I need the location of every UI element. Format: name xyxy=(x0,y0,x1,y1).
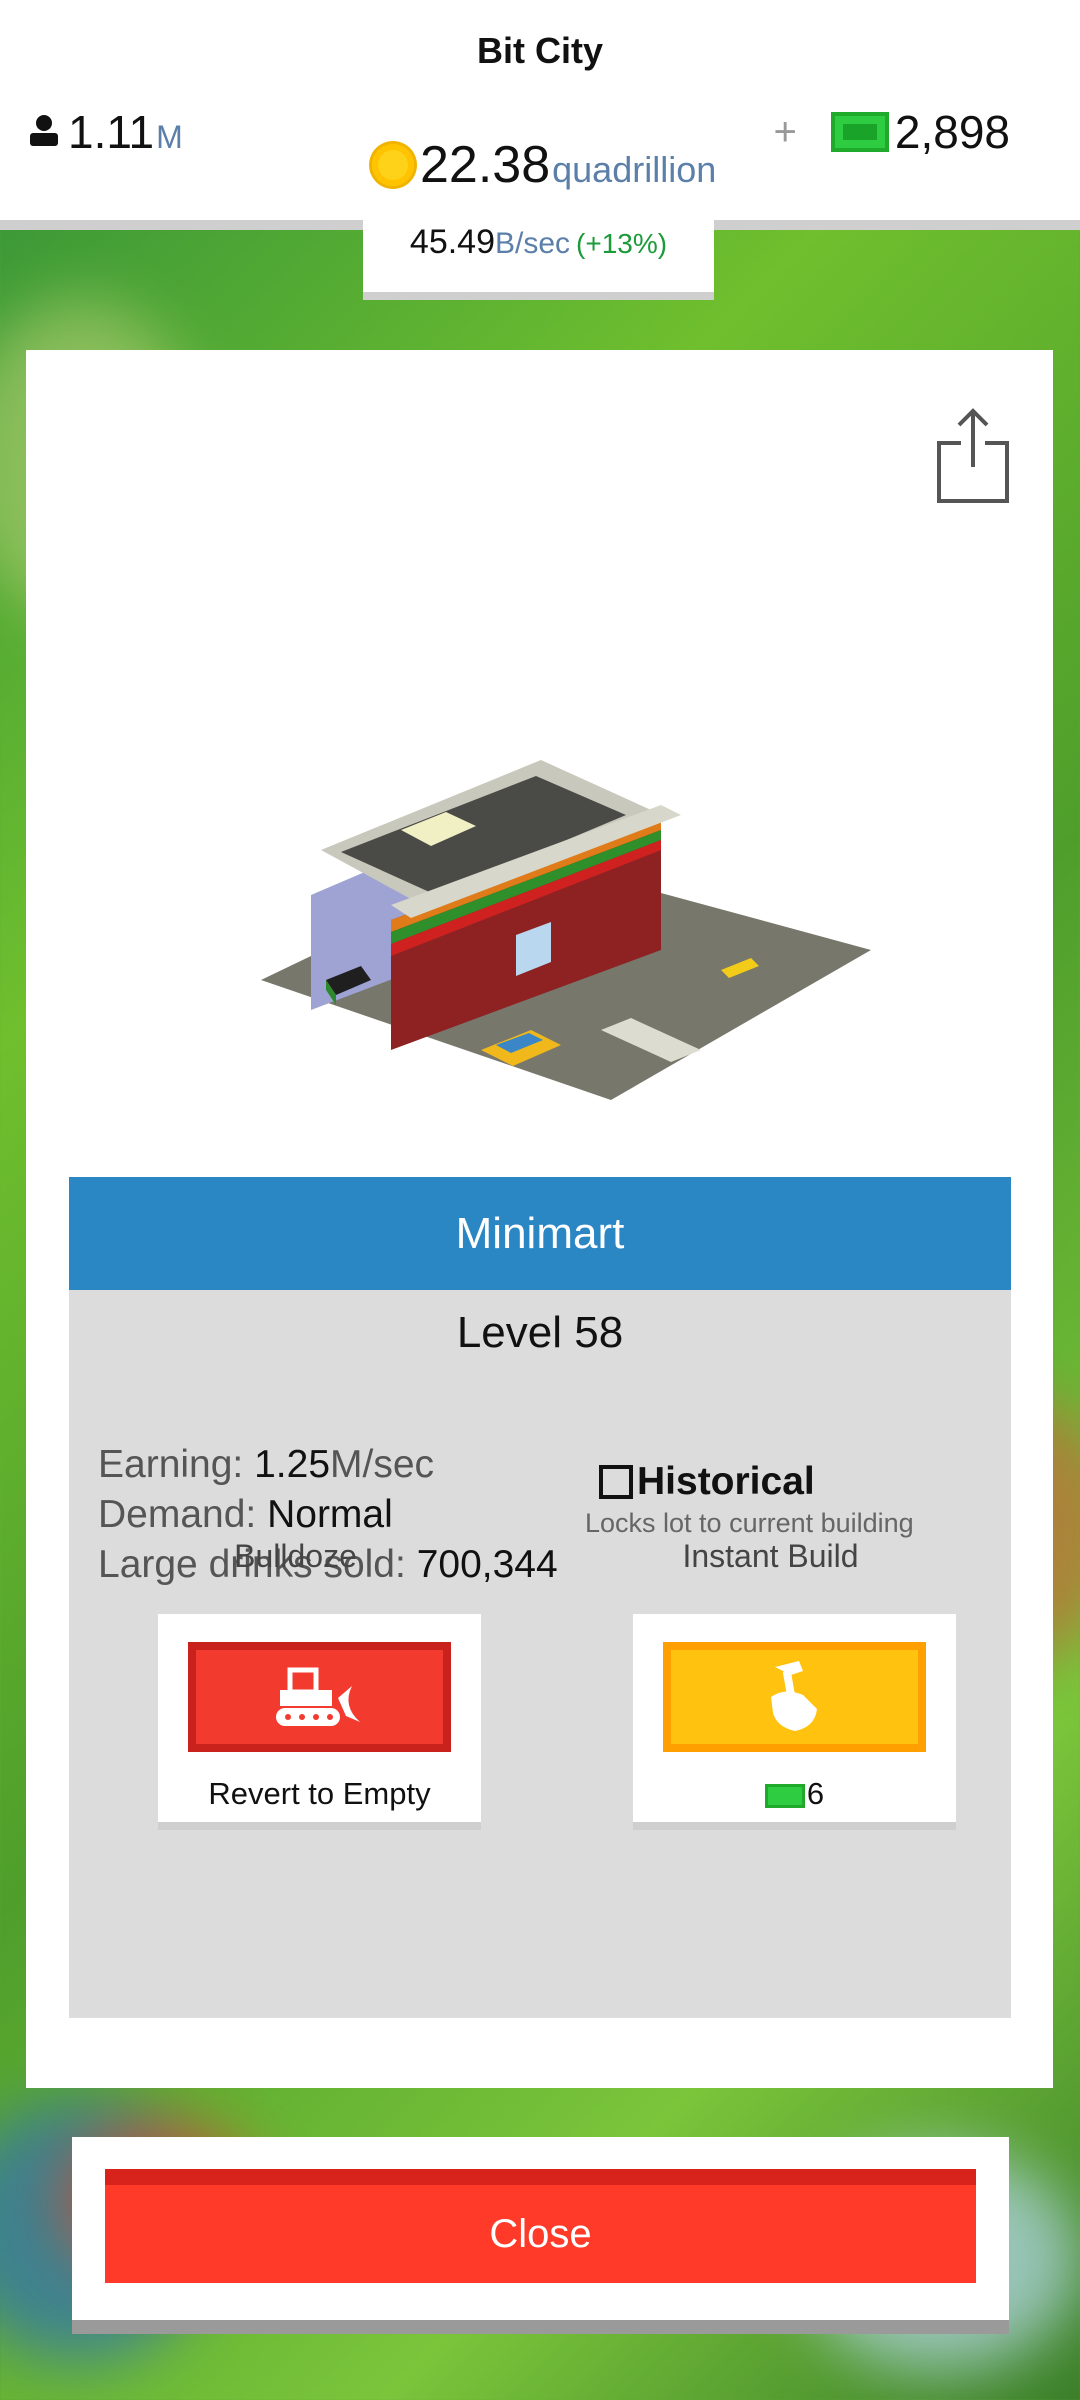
historical-label: Historical xyxy=(637,1460,815,1503)
bulldoze-caption: Revert to Empty xyxy=(208,1776,431,1811)
population-unit: M xyxy=(156,119,183,155)
demand-value: Normal xyxy=(267,1493,393,1536)
bulldoze-title: Bulldoze xyxy=(234,1538,357,1574)
close-container: Close xyxy=(72,2137,1009,2334)
cash-icon xyxy=(764,1783,805,1808)
instant-build-cost-value: 6 xyxy=(806,1776,825,1811)
minimart-building-image xyxy=(261,760,871,1100)
top-bar: Bit City 1.11 M 22.38 quadrillion + 2,89… xyxy=(0,0,1080,230)
earning-label: Earning: xyxy=(98,1443,244,1486)
share-icon[interactable] xyxy=(935,405,1011,505)
person-icon xyxy=(30,115,58,146)
demand-label: Demand: xyxy=(98,1493,257,1536)
building-level: Level 58 xyxy=(456,1308,624,1357)
instant-build-card[interactable]: 6 xyxy=(633,1614,956,1822)
bulldozer-icon xyxy=(275,1667,360,1726)
instant-build-cost: 6 xyxy=(633,1776,956,1812)
bulldoze-card[interactable]: Revert to Empty xyxy=(158,1614,481,1822)
building-name-bar: Minimart xyxy=(69,1177,1011,1290)
add-cash-button[interactable]: + xyxy=(774,110,797,155)
coins-unit: quadrillion xyxy=(552,149,717,190)
income-rate: 45.49B/sec (+13%) xyxy=(363,212,714,300)
demand-row: Demand: Normal xyxy=(98,1490,558,1540)
historical-checkbox[interactable] xyxy=(599,1465,633,1499)
city-name: Bit City xyxy=(477,30,603,71)
historical-row[interactable]: Historical xyxy=(599,1460,914,1504)
building-info: Level 58 Earning: 1.25M/sec Demand: Norm… xyxy=(69,1290,1011,2018)
building-panel: Minimart Level 58 Earning: 1.25M/sec Dem… xyxy=(26,350,1053,2088)
cash-display[interactable]: + 2,898 xyxy=(774,105,1010,159)
earning-unit: M/sec xyxy=(330,1443,435,1486)
historical-toggle[interactable]: Historical Locks lot to current building xyxy=(585,1460,914,1539)
coins-display: 22.38 quadrillion xyxy=(372,135,716,195)
rate-unit: B/sec xyxy=(495,227,571,260)
instant-build-button[interactable] xyxy=(663,1642,926,1752)
rate-change: (+13%) xyxy=(576,228,668,259)
earning-value: 1.25 xyxy=(254,1443,331,1486)
coin-icon xyxy=(372,144,414,186)
coins-value: 22.38 xyxy=(420,136,551,194)
hammer-hand-icon xyxy=(770,1661,817,1731)
historical-description: Locks lot to current building xyxy=(585,1508,914,1538)
cash-icon xyxy=(830,112,889,152)
instant-build-title: Instant Build xyxy=(682,1538,859,1574)
bulldoze-button[interactable] xyxy=(188,1642,451,1752)
cash-value: 2,898 xyxy=(894,106,1010,158)
close-button[interactable]: Close xyxy=(105,2169,976,2283)
rate-value: 45.49 xyxy=(409,223,495,261)
earning-row: Earning: 1.25M/sec xyxy=(98,1440,558,1490)
population-value: 1.11 xyxy=(68,106,155,158)
population-display: 1.11 M xyxy=(26,105,183,159)
